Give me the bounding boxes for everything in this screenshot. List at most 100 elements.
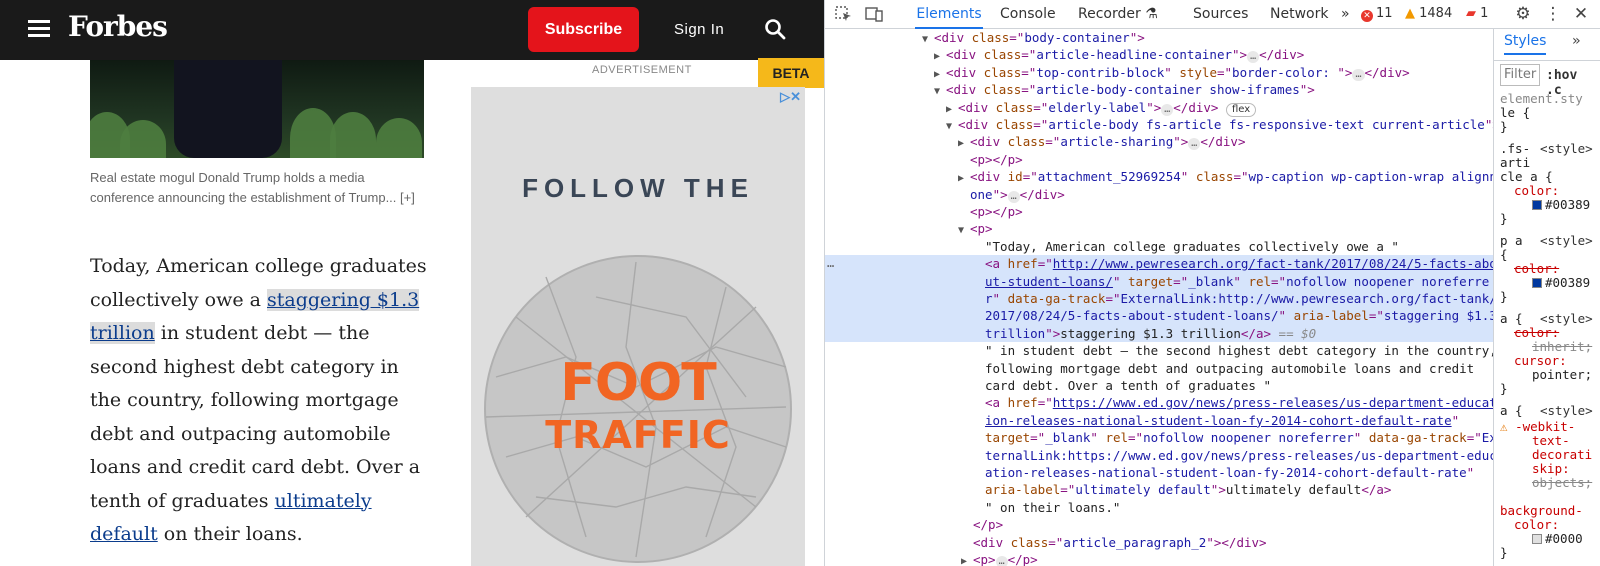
dom-node-attachment-cont[interactable]: one">… </div>	[825, 186, 1493, 203]
dom-text-node[interactable]: " in student debt — the second highest d…	[825, 342, 1493, 359]
advertisement-banner[interactable]: ▷✕ FOLLOW THE FOOT TRAFFIC	[471, 87, 805, 566]
css-declaration[interactable]: background-	[1500, 503, 1583, 518]
warning-counter[interactable]: ▲ 1484	[1405, 6, 1452, 21]
dom-node-elderly-label[interactable]: ▶ <div class="elderly-label">… </div> flex	[825, 99, 1493, 117]
dom-node-headline[interactable]: ▶ <div class="article-headline-container"…	[825, 46, 1493, 64]
beta-badge[interactable]: BETA	[758, 58, 824, 88]
dom-node-empty-p[interactable]: <p></p>	[825, 203, 1493, 220]
subscribe-button[interactable]: Subscribe	[528, 7, 639, 52]
dom-node-a2[interactable]: target="_blank" rel="nofollow noopener n…	[825, 429, 1493, 446]
flex-badge[interactable]: flex	[1225, 102, 1257, 117]
device-toolbar-icon[interactable]	[865, 6, 883, 22]
rule-source-link[interactable]: <style>	[1540, 403, 1593, 418]
close-devtools-icon[interactable]: ✕	[1572, 6, 1590, 23]
rule-source-link[interactable]: <style>	[1540, 141, 1593, 156]
dom-node-selected-a[interactable]: 2017/08/24/5-facts-about-student-loans/"…	[825, 307, 1493, 325]
dom-node-a2[interactable]: ion-releases-national-student-loan-fy-20…	[825, 412, 1493, 429]
rule-source-link[interactable]: <style>	[1540, 311, 1593, 326]
css-rule-p-a[interactable]: p a <style>	[1500, 233, 1593, 248]
dom-node-a2[interactable]: ternalLink:https://www.ed.gov/news/press…	[825, 447, 1493, 464]
css-rule-fs-article[interactable]: .fs- <style>	[1500, 141, 1593, 156]
dom-node-p-close[interactable]: </p>	[825, 516, 1493, 533]
css-declaration[interactable]: color:	[1514, 261, 1559, 276]
css-declaration-value[interactable]: pointer;	[1532, 367, 1592, 382]
rule-source-link[interactable]: <style>	[1540, 233, 1593, 248]
dom-node-selected-a[interactable]: r" data-ga-track="ExternalLink:http://ww…	[825, 290, 1493, 308]
css-declaration[interactable]: color:	[1514, 325, 1559, 340]
more-tabs-icon[interactable]: »	[1341, 0, 1350, 29]
dom-text-node[interactable]: "Today, American college graduates colle…	[825, 238, 1493, 255]
dom-node-selected-a[interactable]: ut-student-loans/" target="_blank" rel="…	[825, 272, 1493, 290]
ellipsis-badge[interactable]: …	[1247, 51, 1260, 64]
dom-node-a2[interactable]: aria-label="ultimately default">ultimate…	[825, 481, 1493, 498]
color-swatch[interactable]	[1532, 200, 1542, 210]
styles-filter-input[interactable]: Filter	[1500, 64, 1540, 86]
forbes-logo[interactable]: Forbes	[68, 10, 168, 43]
tab-styles[interactable]: Styles	[1504, 34, 1547, 55]
issues-counter[interactable]: ▰ 1	[1466, 6, 1488, 21]
hamburger-menu-icon[interactable]	[28, 20, 50, 38]
dom-node-empty-p[interactable]: <p></p>	[825, 151, 1493, 168]
element-style-rule[interactable]: element.sty	[1500, 91, 1583, 106]
tab-console[interactable]: Console	[1000, 0, 1056, 29]
ellipsis-badge[interactable]: …	[1188, 138, 1201, 151]
dom-text-node[interactable]: card debt. Over a tenth of graduates "	[825, 377, 1493, 394]
href-link[interactable]: https://www.ed.gov/news/press-releases/u…	[1053, 395, 1493, 410]
ad-choices-icon[interactable]: ▷✕	[780, 89, 801, 105]
href-link[interactable]: http://www.pewresearch.org/fact-tank/201…	[1053, 256, 1493, 271]
css-declaration-value[interactable]: #0000	[1532, 531, 1583, 546]
dom-node-selected-a[interactable]: … <a href="http://www.pewresearch.org/fac…	[825, 255, 1493, 273]
dom-node-body-container[interactable]: ▼ <div class="body-container">	[825, 29, 1493, 46]
node-actions-icon[interactable]: …	[827, 255, 834, 272]
dom-node-p-open[interactable]: ▼ <p>	[825, 220, 1493, 237]
sign-in-link[interactable]: Sign In	[674, 21, 724, 38]
css-rule-a-webkit[interactable]: a {<style>	[1500, 403, 1593, 418]
tab-elements[interactable]: Elements	[915, 0, 983, 29]
dom-text-node[interactable]: " on their loans."	[825, 499, 1493, 516]
href-link[interactable]: ion-releases-national-student-loan-fy-20…	[985, 413, 1452, 428]
tab-network[interactable]: Network	[1270, 0, 1328, 29]
dom-node-article-sharing[interactable]: ▶ <div class="article-sharing">… </div>	[825, 133, 1493, 151]
dom-node-p-collapsed[interactable]: ▶ <p>… </p>	[825, 551, 1493, 566]
tab-sources[interactable]: Sources	[1193, 0, 1248, 29]
error-counter[interactable]: ✕ 11	[1361, 6, 1393, 22]
tab-recorder[interactable]: Recorder ⚗	[1078, 0, 1158, 29]
css-declaration-value[interactable]: #00389	[1532, 275, 1590, 290]
ellipsis-badge[interactable]: …	[1161, 103, 1174, 116]
settings-gear-icon[interactable]: ⚙	[1514, 6, 1532, 23]
dom-node-selected-a[interactable]: trillion">staggering $1.3 trillion</a> =…	[825, 324, 1493, 343]
element-style-rule[interactable]: le {	[1500, 105, 1530, 120]
ellipsis-badge[interactable]: …	[1352, 68, 1365, 81]
article-photo[interactable]	[90, 60, 424, 158]
css-declaration[interactable]: ⚠ -webkit-	[1500, 419, 1575, 434]
css-rule-a[interactable]: a {<style>	[1500, 311, 1593, 326]
href-link[interactable]: ut-student-loans/	[985, 274, 1113, 289]
color-swatch[interactable]	[1532, 278, 1542, 288]
color-swatch[interactable]	[1532, 534, 1542, 544]
css-declaration[interactable]: text-	[1532, 433, 1570, 448]
dom-node-top-contrib[interactable]: ▶ <div class="top-contrib-block" style="b…	[825, 64, 1493, 81]
css-declaration[interactable]: color:	[1514, 183, 1559, 198]
css-declaration[interactable]: color:	[1514, 517, 1559, 532]
ellipsis-badge[interactable]: …	[995, 556, 1008, 566]
element-style-rule[interactable]: }	[1500, 119, 1508, 134]
css-declaration[interactable]: decorati	[1532, 447, 1592, 462]
dom-node-a2[interactable]: ation-releases-national-student-loan-fy-…	[825, 464, 1493, 481]
dom-node-a2[interactable]: <a href="https://www.ed.gov/news/press-r…	[825, 394, 1493, 411]
css-declaration-value[interactable]: objects;	[1532, 475, 1592, 490]
css-declaration[interactable]: cursor:	[1514, 353, 1567, 368]
dom-tree[interactable]: ▼ <div class="body-container"> ▶ <div clas…	[825, 29, 1493, 566]
ellipsis-badge[interactable]: …	[1007, 190, 1020, 203]
dom-text-node[interactable]: following mortgage debt and outpacing au…	[825, 360, 1493, 377]
kebab-menu-icon[interactable]: ⋮	[1544, 6, 1562, 23]
dom-node-article-body[interactable]: ▼ <div class="article-body fs-article fs-…	[825, 116, 1493, 133]
dom-node-article-body-container[interactable]: ▼ <div class="article-body-container show…	[825, 81, 1493, 98]
search-icon[interactable]	[764, 18, 786, 40]
dom-node-paragraph-2[interactable]: <div class="article_paragraph_2"></div>	[825, 534, 1493, 551]
css-declaration-value[interactable]: inherit;	[1532, 339, 1592, 354]
css-declaration-value[interactable]: #00389	[1532, 197, 1590, 212]
inspect-element-icon[interactable]	[835, 6, 853, 22]
dom-node-attachment[interactable]: ▶ <div id="attachment_52969254" class="wp…	[825, 168, 1493, 185]
css-declaration[interactable]: skip:	[1532, 461, 1570, 476]
more-panes-icon[interactable]: »	[1572, 34, 1580, 49]
